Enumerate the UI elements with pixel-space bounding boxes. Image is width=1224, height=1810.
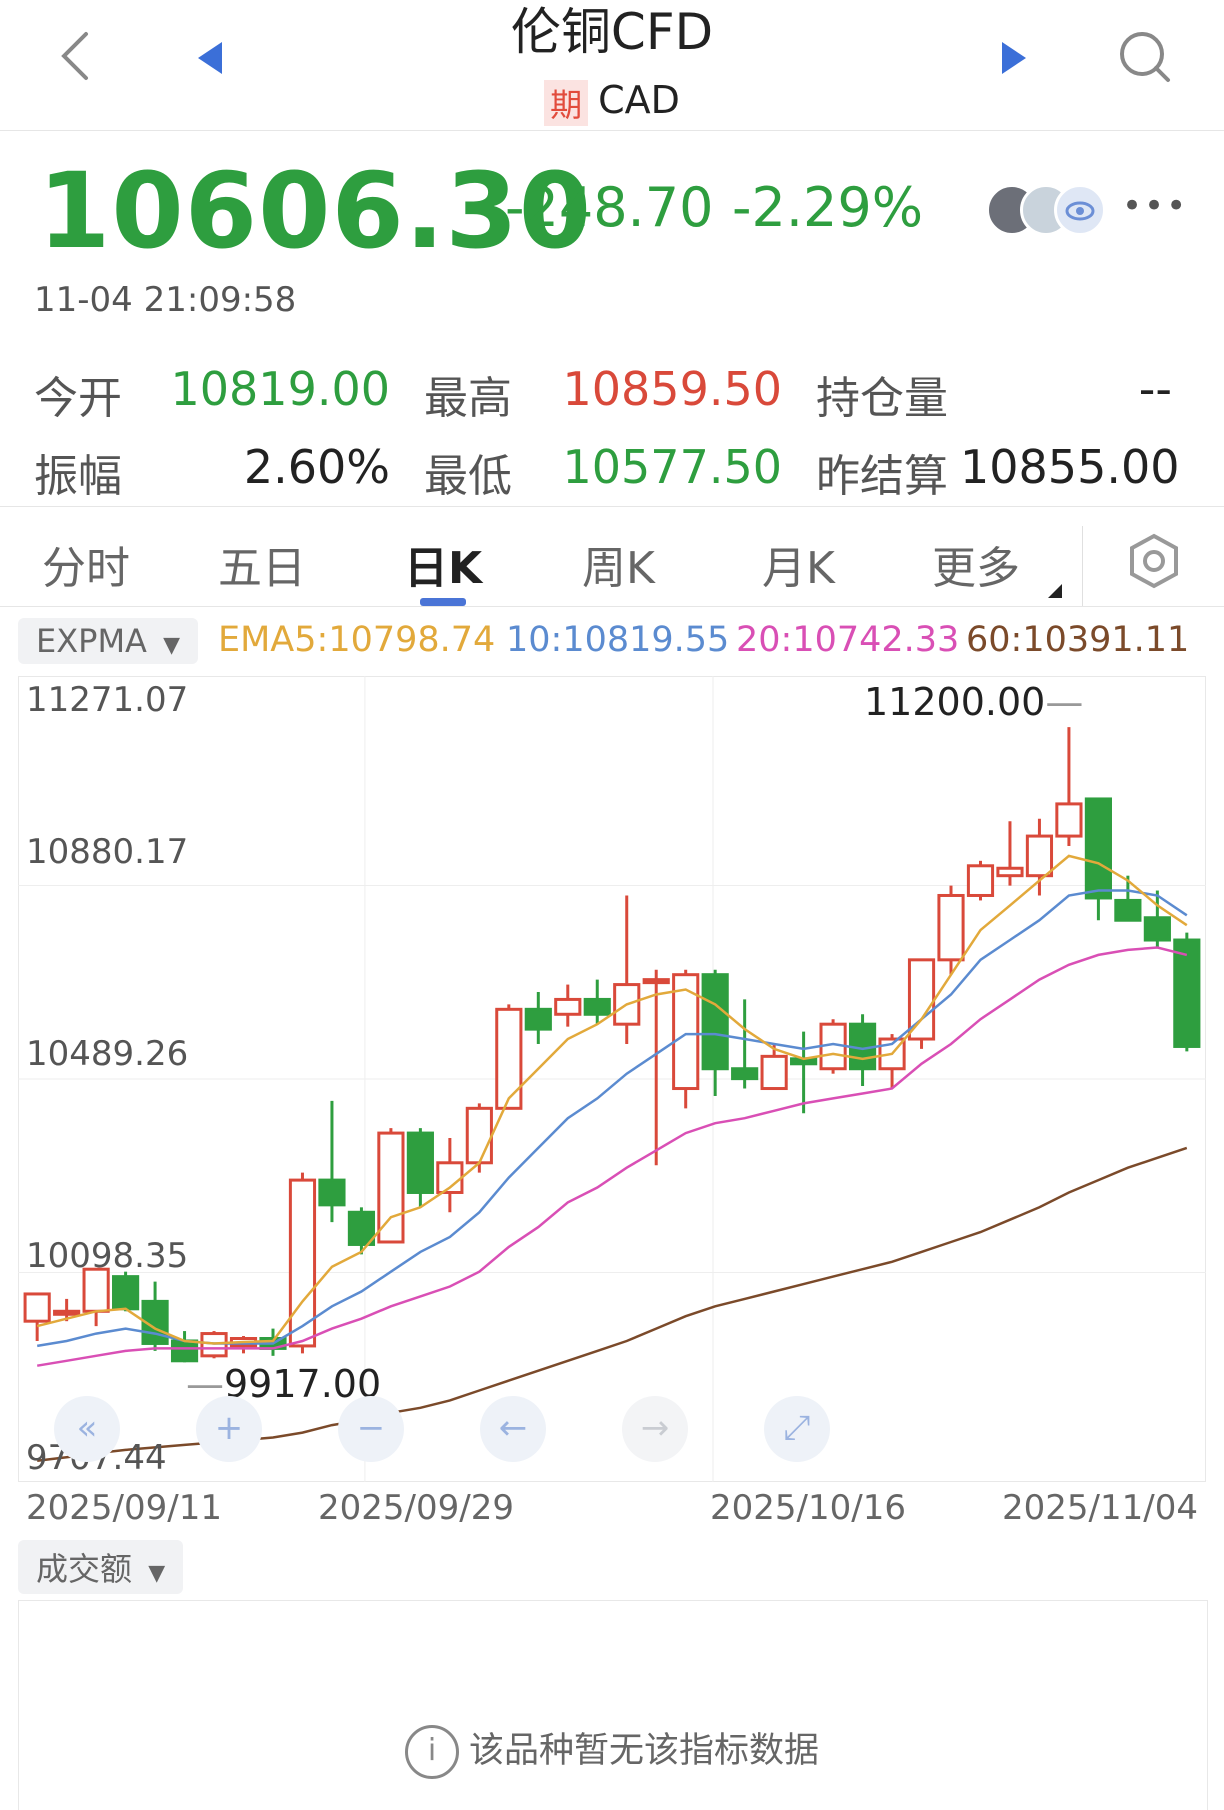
price-change: -248.70: [505, 176, 714, 239]
y-tick-label: 11271.07: [26, 680, 189, 720]
candle-body: [760, 1054, 788, 1091]
amplitude-label: 振幅: [34, 451, 122, 502]
chevron-down-icon: ▼: [163, 633, 181, 658]
candle-body: [170, 1339, 199, 1363]
candle-body: [23, 1292, 51, 1323]
prev-settle-label: 昨结算: [816, 451, 948, 502]
candle-body: [937, 893, 965, 962]
futures-tag: 期: [544, 79, 589, 126]
candle-body: [112, 1275, 140, 1311]
tab-more[interactable]: 更多: [932, 532, 1020, 596]
ema20-line: [36, 946, 1188, 1367]
avatar: [1054, 184, 1106, 236]
candle-body: [642, 978, 670, 985]
candle-body: [465, 1106, 493, 1165]
top-bar: 伦铜CFD 期 CAD: [0, 0, 1224, 131]
search-icon[interactable]: [1118, 30, 1174, 86]
max-price-label: 11200.00: [864, 680, 1046, 724]
indicator-selector[interactable]: EXPMA ▼: [18, 618, 199, 664]
indicator-selector-label: EXPMA: [36, 622, 147, 660]
candle-body: [1173, 938, 1201, 1048]
candle-body: [583, 997, 611, 1016]
max-price-annotation: 11200.00—: [864, 680, 1084, 724]
no-data-message: i 该品种暂无该指标数据: [0, 1722, 1224, 1779]
x-tick-label: 2025/10/16: [710, 1488, 906, 1528]
tab-monthly-k[interactable]: 月K: [762, 532, 835, 596]
prev-settle-value: 10855.00: [960, 440, 1180, 494]
quote-time: 11-04 21:09:58: [34, 280, 297, 320]
candle-body: [495, 1007, 523, 1110]
candle-body: [524, 1007, 552, 1031]
candle-body: [966, 864, 995, 897]
candle-body: [554, 997, 582, 1016]
candle-body: [406, 1131, 434, 1194]
divider: [1082, 526, 1083, 606]
fullscreen-button[interactable]: ⤢: [764, 1396, 830, 1462]
amplitude-value: 2.60%: [243, 440, 390, 494]
candle-body: [1084, 797, 1112, 900]
next-instrument-icon[interactable]: [998, 40, 1028, 76]
scroll-to-start-button[interactable]: «: [54, 1396, 120, 1462]
candle-body: [701, 973, 729, 1071]
chevron-down-icon: ▼: [148, 1561, 166, 1586]
ema5-value: EMA5:10798.74: [218, 620, 496, 660]
high-label: 最高: [424, 373, 512, 424]
tab-five-day[interactable]: 五日: [218, 532, 306, 596]
x-tick-label: 2025/09/11: [26, 1488, 222, 1528]
divider: [0, 506, 1224, 507]
candle-body: [1143, 916, 1171, 942]
candle-body: [1025, 834, 1054, 878]
open-label: 今开: [34, 373, 122, 424]
scroll-right-button[interactable]: →: [622, 1396, 688, 1462]
eye-icon: [1065, 201, 1095, 221]
scroll-left-button[interactable]: ←: [480, 1396, 546, 1462]
zoom-in-button[interactable]: +: [196, 1396, 262, 1462]
active-tab-indicator: [420, 598, 466, 606]
instrument-code: 期 CAD: [0, 78, 1224, 126]
x-tick-label: 2025/09/29: [318, 1488, 514, 1528]
candle-body: [347, 1210, 376, 1246]
divider: [0, 606, 1224, 607]
info-icon: i: [404, 1725, 459, 1779]
candle-body: [53, 1309, 81, 1316]
open-interest-label: 持仓量: [816, 373, 948, 424]
ema10-line: [36, 889, 1188, 1348]
instrument-title: 伦铜CFD: [510, 3, 714, 61]
volume-selector-label: 成交额: [36, 1550, 133, 1588]
price-change-percent: -2.29%: [732, 176, 924, 239]
ema60-value: 60:10391.11: [966, 620, 1190, 660]
no-data-text: 该品种暂无该指标数据: [468, 1731, 819, 1771]
more-icon[interactable]: •••: [1122, 186, 1188, 226]
ema10-value: 10:10819.55: [506, 620, 730, 660]
y-tick-label: 10880.17: [26, 832, 189, 872]
instrument-code-text: CAD: [598, 78, 680, 122]
candle-body: [1114, 898, 1142, 922]
y-tick-label: 10098.35: [26, 1236, 189, 1276]
low-label: 最低: [424, 451, 512, 502]
tab-daily-k[interactable]: 日K: [404, 532, 482, 596]
open-interest-value: --: [1138, 362, 1172, 416]
low-value: 10577.50: [562, 440, 783, 494]
ema5-line: [36, 854, 1188, 1345]
candle-body: [318, 1178, 346, 1207]
chart-settings-icon[interactable]: [1126, 532, 1182, 592]
x-tick-label: 2025/11/04: [1002, 1488, 1198, 1528]
candle-body: [996, 866, 1024, 878]
more-corner-icon: [1048, 584, 1062, 598]
y-tick-label: 10489.26: [26, 1034, 189, 1074]
zoom-out-button[interactable]: −: [338, 1396, 404, 1462]
ema20-value: 20:10742.33: [736, 620, 960, 660]
candle-body: [731, 1067, 759, 1081]
high-value: 10859.50: [562, 362, 783, 416]
volume-indicator-selector[interactable]: 成交额 ▼: [18, 1540, 184, 1594]
candle-body: [1055, 802, 1083, 838]
open-value: 10819.00: [170, 362, 391, 416]
tab-weekly-k[interactable]: 周K: [582, 532, 655, 596]
tab-intraday[interactable]: 分时: [42, 532, 130, 596]
